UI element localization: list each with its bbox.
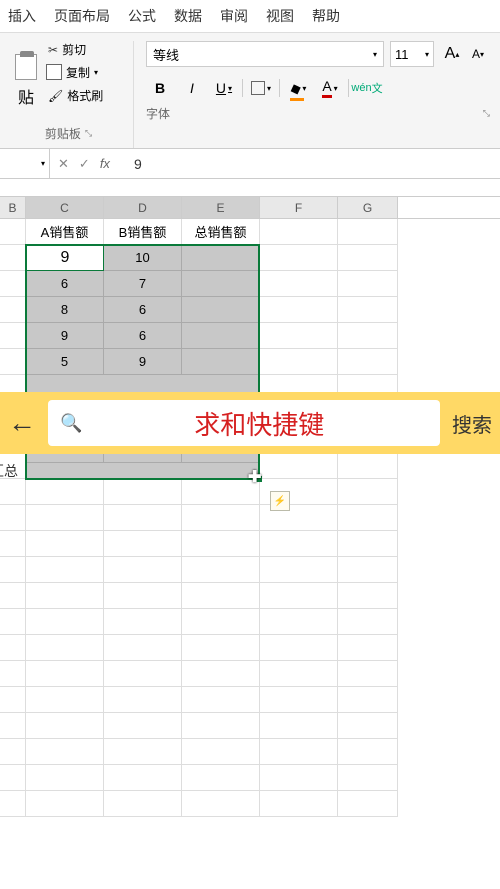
- col-header-d[interactable]: D: [104, 197, 182, 218]
- table-header: 总销售额: [182, 219, 260, 245]
- menu-view[interactable]: 视图: [266, 6, 294, 26]
- back-arrow-icon[interactable]: ←: [8, 407, 36, 439]
- search-label[interactable]: 搜索: [452, 409, 492, 438]
- format-painter-label: 格式刷: [67, 87, 103, 104]
- fx-button[interactable]: fx: [100, 156, 118, 171]
- cut-button[interactable]: 剪切: [48, 41, 103, 58]
- fill-color-button[interactable]: ◆▾: [284, 75, 312, 101]
- col-header-e[interactable]: E: [182, 197, 260, 218]
- font-name-select[interactable]: 等线▾: [146, 41, 384, 67]
- menu-help[interactable]: 帮助: [312, 6, 340, 26]
- formula-input[interactable]: 9: [126, 156, 500, 172]
- brush-icon: [48, 89, 63, 103]
- paste-button[interactable]: 贴: [10, 41, 42, 121]
- menu-formulas[interactable]: 公式: [128, 6, 156, 26]
- search-box[interactable]: 🔍 求和快捷键: [48, 400, 440, 446]
- ribbon: 贴 剪切 复制▾ 格式刷 剪贴板 ⤡ 等线▾ 11▾ A▴ A▾ B I U▾ ▾: [0, 33, 500, 149]
- copy-button[interactable]: 复制▾: [48, 64, 103, 81]
- expand-icon[interactable]: ⤡: [85, 128, 92, 139]
- formula-bar: ▾ ✕ ✓ fx 9: [0, 149, 500, 179]
- search-icon: 🔍: [60, 413, 82, 434]
- confirm-button[interactable]: ✓: [79, 156, 90, 172]
- cell[interactable]: 6: [104, 323, 182, 349]
- cell[interactable]: 9: [104, 349, 182, 375]
- table-header: A销售额: [26, 219, 104, 245]
- cell[interactable]: 6: [104, 297, 182, 323]
- font-size-select[interactable]: 11▾: [390, 41, 434, 67]
- overlay-banner: ← 🔍 求和快捷键 搜索: [0, 392, 500, 454]
- border-icon: [251, 81, 265, 95]
- menu-bar: 插入 页面布局 公式 数据 审阅 视图 帮助: [0, 0, 500, 33]
- cancel-button[interactable]: ✕: [58, 156, 69, 172]
- cell[interactable]: [182, 297, 260, 323]
- cursor-icon: ✚: [248, 467, 261, 487]
- cell[interactable]: 5: [26, 349, 104, 375]
- spreadsheet-grid[interactable]: B C D E F G: [0, 197, 500, 839]
- border-button[interactable]: ▾: [247, 75, 275, 101]
- cut-label: 剪切: [62, 41, 86, 58]
- format-painter-button[interactable]: 格式刷: [48, 87, 103, 104]
- expand-icon[interactable]: ⤡: [483, 108, 490, 119]
- table-header: B销售额: [104, 219, 182, 245]
- font-color-button[interactable]: A▾: [316, 75, 344, 101]
- scissors-icon: [48, 43, 58, 57]
- italic-button[interactable]: I: [178, 75, 206, 101]
- cell[interactable]: 6: [26, 271, 104, 297]
- cell[interactable]: 9: [26, 323, 104, 349]
- decrease-font-button[interactable]: A▾: [466, 42, 490, 66]
- phonetic-button[interactable]: wén文: [353, 75, 381, 101]
- clipboard-group: 贴 剪切 复制▾ 格式刷 剪贴板 ⤡: [4, 41, 134, 148]
- menu-insert[interactable]: 插入: [8, 6, 36, 26]
- clipboard-icon: [15, 54, 37, 80]
- bold-button[interactable]: B: [146, 75, 174, 101]
- paste-label: 贴: [18, 84, 34, 108]
- cell[interactable]: [182, 271, 260, 297]
- font-group: 等线▾ 11▾ A▴ A▾ B I U▾ ▾ ◆▾ A▾ wén文 字体 ⤡: [134, 41, 496, 148]
- cell[interactable]: [182, 245, 260, 271]
- copy-label: 复制: [66, 64, 90, 81]
- col-header-c[interactable]: C: [26, 197, 104, 218]
- underline-button[interactable]: U▾: [210, 75, 238, 101]
- cell[interactable]: 8: [26, 297, 104, 323]
- menu-data[interactable]: 数据: [174, 6, 202, 26]
- cells-area[interactable]: A销售额 B销售额 总销售额 9 10 67 86 96 59 55 汇总 ✚ …: [0, 219, 500, 839]
- summary-label: 汇总: [0, 461, 18, 481]
- name-box[interactable]: ▾: [0, 149, 50, 178]
- font-group-label: 字体: [146, 105, 170, 122]
- cell[interactable]: 7: [104, 271, 182, 297]
- cell[interactable]: [182, 349, 260, 375]
- col-header-f[interactable]: F: [260, 197, 338, 218]
- menu-page-layout[interactable]: 页面布局: [54, 6, 110, 26]
- menu-review[interactable]: 审阅: [220, 6, 248, 26]
- cell[interactable]: 10: [104, 245, 182, 271]
- quick-analysis-button[interactable]: ⚡: [270, 491, 290, 511]
- increase-font-button[interactable]: A▴: [440, 42, 464, 66]
- banner-text: 求和快捷键: [90, 405, 428, 442]
- clipboard-group-label: 剪贴板: [45, 125, 81, 142]
- cell[interactable]: [182, 323, 260, 349]
- column-headers: B C D E F G: [0, 197, 500, 219]
- copy-icon: [48, 66, 62, 80]
- col-header-b[interactable]: B: [0, 197, 26, 218]
- col-header-g[interactable]: G: [338, 197, 398, 218]
